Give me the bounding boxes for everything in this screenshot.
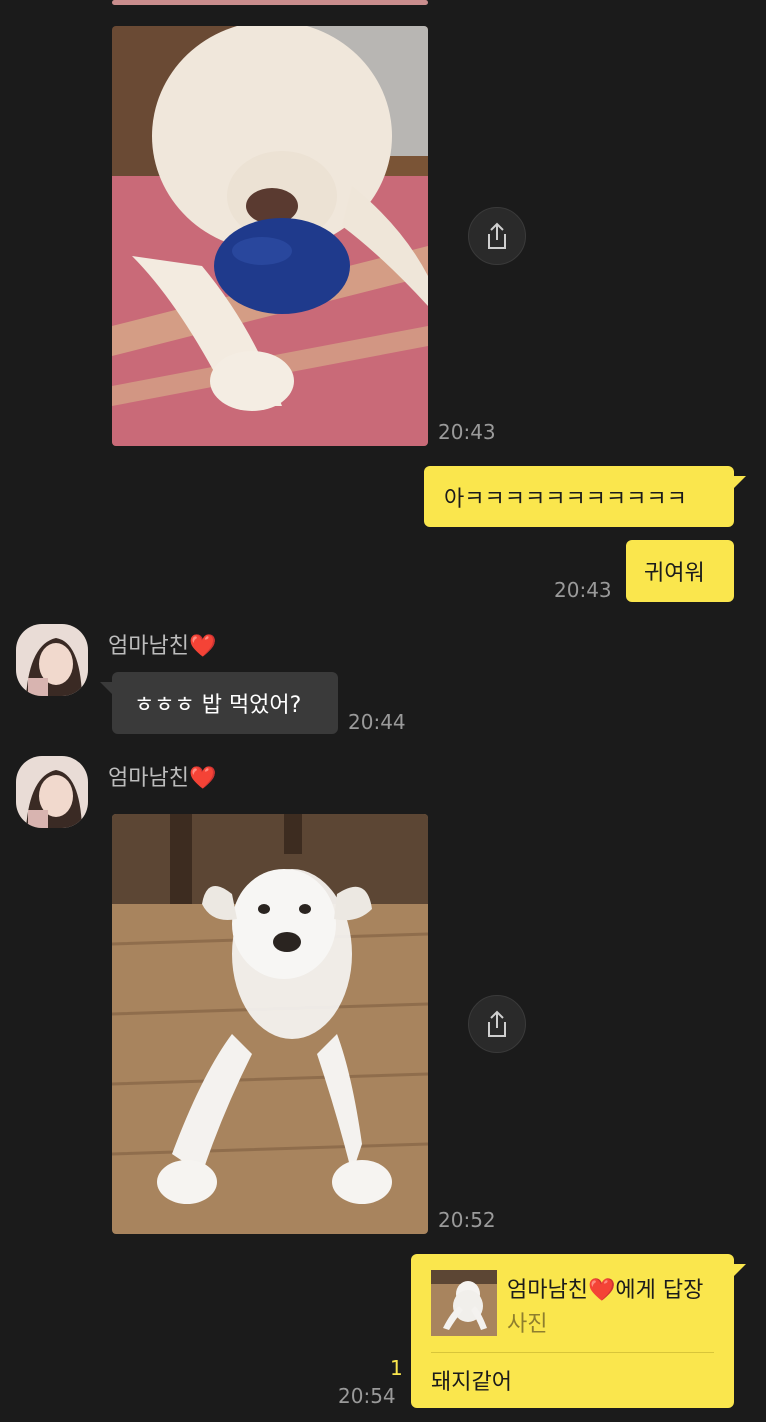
- reply-thumbnail[interactable]: [431, 1270, 497, 1336]
- avatar-image: [16, 756, 88, 828]
- bubble-tail: [734, 476, 746, 488]
- dog-photo-with-toy-image: [112, 26, 428, 446]
- reply-message-bubble[interactable]: 엄마남친❤️에게 답장 사진 돼지같어: [411, 1254, 746, 1408]
- reply-label: 에게 답장: [615, 1278, 704, 1303]
- their-message-text: ㅎㅎㅎ 밥 먹었어?: [134, 693, 302, 718]
- unread-count: 1: [390, 1356, 403, 1380]
- my-message-bubble[interactable]: 아ㅋㅋㅋㅋㅋㅋㅋㅋㅋㅋㅋ: [424, 466, 746, 527]
- dog-photo-with-toy[interactable]: [112, 26, 428, 446]
- sender-name: 엄마남친❤️: [108, 628, 216, 660]
- avatar-image: [16, 624, 88, 696]
- bubble-tail: [100, 682, 112, 694]
- share-icon: [488, 222, 506, 249]
- reply-preview-label: 사진: [507, 1312, 548, 1337]
- heart-icon: ❤️: [188, 766, 217, 791]
- reply-target: 엄마남친❤️에게 답장: [507, 1272, 703, 1304]
- bubble-tail: [734, 1264, 746, 1276]
- sender1-timestamp: 20:44: [348, 710, 406, 734]
- avatar[interactable]: [16, 624, 88, 696]
- reply-thumbnail-image: [431, 1270, 497, 1336]
- previous-photo-edge[interactable]: [112, 0, 428, 5]
- sender-name-text: 엄마남친: [108, 634, 189, 659]
- avatar[interactable]: [16, 756, 88, 828]
- reply-divider: [431, 1352, 714, 1353]
- sender-name: 엄마남친❤️: [108, 760, 216, 792]
- photo1-timestamp: 20:43: [438, 420, 496, 444]
- dog-photo-lying[interactable]: [112, 814, 428, 1234]
- reply-timestamp: 20:54: [338, 1384, 396, 1408]
- heart-icon: ❤️: [587, 1278, 616, 1303]
- dog-photo-lying-image: [112, 814, 428, 1234]
- share-button-1[interactable]: [468, 207, 526, 265]
- heart-icon: ❤️: [188, 634, 217, 659]
- my-message-text: 귀여워: [644, 561, 705, 586]
- share-button-2[interactable]: [468, 995, 526, 1053]
- sender-name-text: 엄마남친: [108, 766, 189, 791]
- reply-target-name: 엄마남친: [507, 1278, 588, 1303]
- mine2-timestamp: 20:43: [554, 578, 612, 602]
- their-message-bubble[interactable]: ㅎㅎㅎ 밥 먹었어?: [100, 672, 338, 734]
- reply-message-text: 돼지같어: [431, 1370, 512, 1395]
- sender2-timestamp: 20:52: [438, 1208, 496, 1232]
- my-message-text: 아ㅋㅋㅋㅋㅋㅋㅋㅋㅋㅋㅋ: [444, 486, 687, 512]
- share-icon: [488, 1010, 506, 1037]
- my-message-bubble[interactable]: 귀여워: [626, 540, 734, 602]
